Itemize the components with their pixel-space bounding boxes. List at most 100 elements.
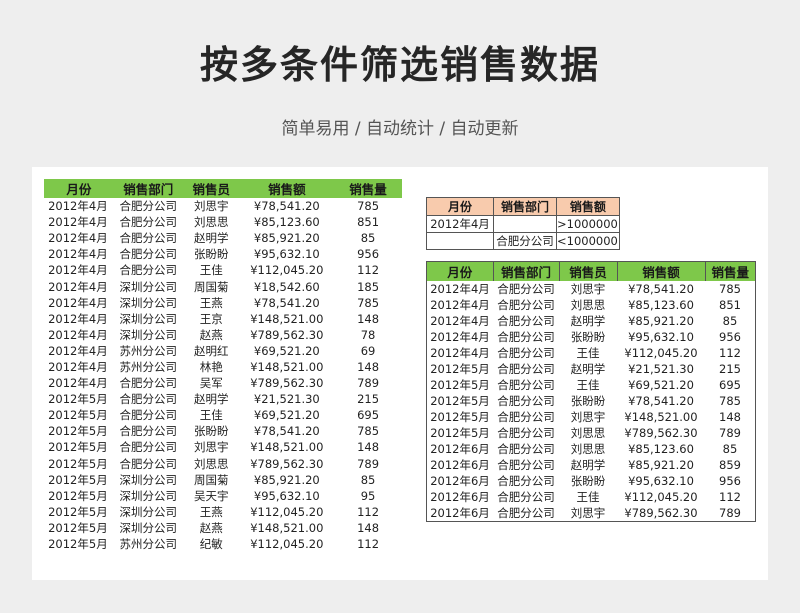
table-cell[interactable]: 789	[334, 456, 402, 472]
table-cell[interactable]: 2012年5月	[44, 439, 114, 455]
table-cell[interactable]: ¥95,632.10	[240, 488, 335, 504]
table-cell[interactable]: ¥78,541.20	[240, 295, 335, 311]
table-cell[interactable]: 赵明学	[559, 361, 617, 377]
table-cell[interactable]: 张盼盼	[183, 246, 240, 262]
table-cell[interactable]: 112	[334, 536, 402, 552]
table-cell[interactable]: ¥112,045.20	[617, 345, 705, 361]
table-cell[interactable]: 2012年4月	[427, 329, 494, 345]
table-cell[interactable]: 合肥分公司	[114, 198, 183, 214]
table-cell[interactable]: 张盼盼	[183, 423, 240, 439]
source-table-header-cell[interactable]: 销售员	[183, 179, 240, 198]
table-cell[interactable]: 2012年5月	[427, 393, 494, 409]
table-cell[interactable]: 2012年6月	[427, 505, 494, 522]
table-cell[interactable]: 2012年4月	[427, 297, 494, 313]
table-cell[interactable]: 吴军	[183, 375, 240, 391]
source-table-header-cell[interactable]: 销售量	[334, 179, 402, 198]
table-cell[interactable]: ¥148,521.00	[240, 359, 335, 375]
table-cell[interactable]: 赵燕	[183, 327, 240, 343]
table-cell[interactable]: 合肥分公司	[493, 473, 559, 489]
table-cell[interactable]: 王燕	[183, 504, 240, 520]
table-cell[interactable]: 2012年5月	[44, 456, 114, 472]
table-cell[interactable]: 吴天宇	[183, 488, 240, 504]
source-table-header-cell[interactable]: 销售额	[240, 179, 335, 198]
table-cell[interactable]: 合肥分公司	[114, 439, 183, 455]
table-cell[interactable]: ¥78,541.20	[240, 198, 335, 214]
table-cell[interactable]: ¥112,045.20	[240, 536, 335, 552]
result-table-header-cell[interactable]: 月份	[426, 261, 494, 281]
table-cell[interactable]: 112	[334, 504, 402, 520]
table-cell[interactable]: 695	[705, 377, 756, 393]
table-cell[interactable]: 2012年6月	[427, 489, 494, 505]
table-cell[interactable]: 785	[334, 295, 402, 311]
table-cell[interactable]: 2012年4月	[426, 215, 494, 233]
table-cell[interactable]: 合肥分公司	[114, 456, 183, 472]
table-cell[interactable]	[493, 215, 557, 233]
table-cell[interactable]: 赵明学	[559, 457, 617, 473]
table-cell[interactable]: 2012年6月	[427, 473, 494, 489]
table-cell[interactable]: 王佳	[183, 262, 240, 278]
table-cell[interactable]: 周国菊	[183, 278, 240, 294]
table-cell[interactable]: 789	[705, 505, 756, 522]
table-cell[interactable]: 张盼盼	[559, 329, 617, 345]
table-cell[interactable]: 王佳	[559, 377, 617, 393]
table-cell[interactable]: ¥85,123.60	[617, 441, 705, 457]
table-cell[interactable]: 851	[334, 214, 402, 230]
table-cell[interactable]: 刘思宇	[183, 439, 240, 455]
table-cell[interactable]: 956	[334, 246, 402, 262]
table-cell[interactable]: 深圳分公司	[114, 278, 183, 294]
table-cell[interactable]: ¥18,542.60	[240, 278, 335, 294]
table-cell[interactable]: 148	[705, 409, 756, 425]
table-cell[interactable]: 2012年4月	[44, 327, 114, 343]
table-cell[interactable]: ¥95,632.10	[617, 329, 705, 345]
table-cell[interactable]: 合肥分公司	[493, 297, 559, 313]
table-cell[interactable]: 148	[334, 520, 402, 536]
table-cell[interactable]: ¥95,632.10	[240, 246, 335, 262]
table-cell[interactable]: 85	[705, 313, 756, 329]
table-cell[interactable]: 2012年4月	[44, 295, 114, 311]
table-cell[interactable]: ¥95,632.10	[617, 473, 705, 489]
table-cell[interactable]: 深圳分公司	[114, 520, 183, 536]
table-cell[interactable]: 85	[705, 441, 756, 457]
table-cell[interactable]: 2012年6月	[427, 441, 494, 457]
result-table-header-cell[interactable]: 销售部门	[493, 261, 560, 281]
table-cell[interactable]: 合肥分公司	[114, 423, 183, 439]
table-cell[interactable]: <1000000	[556, 232, 620, 250]
table-cell[interactable]: 林艳	[183, 359, 240, 375]
table-cell[interactable]: 合肥分公司	[114, 262, 183, 278]
table-cell[interactable]: 2012年4月	[44, 262, 114, 278]
table-cell[interactable]: 2012年4月	[44, 246, 114, 262]
table-cell[interactable]: 2012年5月	[44, 391, 114, 407]
table-cell[interactable]: 合肥分公司	[493, 393, 559, 409]
table-cell[interactable]: 刘思思	[559, 425, 617, 441]
table-cell[interactable]: 85	[334, 230, 402, 246]
table-cell[interactable]: 2012年4月	[44, 230, 114, 246]
table-cell[interactable]: 深圳分公司	[114, 504, 183, 520]
table-cell[interactable]: 185	[334, 278, 402, 294]
table-cell[interactable]: 合肥分公司	[114, 375, 183, 391]
table-cell[interactable]: 85	[334, 472, 402, 488]
table-cell[interactable]: 王燕	[183, 295, 240, 311]
table-cell[interactable]: 78	[334, 327, 402, 343]
table-cell[interactable]: ¥148,521.00	[240, 520, 335, 536]
result-table-header-cell[interactable]: 销售额	[617, 261, 706, 281]
table-cell[interactable]: 2012年5月	[44, 520, 114, 536]
table-cell[interactable]: 789	[705, 425, 756, 441]
table-cell[interactable]: 赵明学	[183, 230, 240, 246]
table-cell[interactable]: 赵燕	[183, 520, 240, 536]
table-cell[interactable]: 合肥分公司	[493, 377, 559, 393]
table-cell[interactable]: ¥148,521.00	[617, 409, 705, 425]
table-cell[interactable]: ¥148,521.00	[240, 439, 335, 455]
table-cell[interactable]: 刘思宇	[559, 505, 617, 522]
table-cell[interactable]: ¥789,562.30	[240, 456, 335, 472]
criteria-header-cell[interactable]: 销售额	[556, 197, 620, 216]
table-cell[interactable]: 苏州分公司	[114, 359, 183, 375]
table-cell[interactable]: 张盼盼	[559, 393, 617, 409]
table-cell[interactable]: 2012年4月	[44, 278, 114, 294]
table-cell[interactable]: 2012年5月	[44, 504, 114, 520]
table-cell[interactable]: 合肥分公司	[114, 246, 183, 262]
table-cell[interactable]: 2012年4月	[44, 214, 114, 230]
table-cell[interactable]: 合肥分公司	[114, 391, 183, 407]
table-cell[interactable]: 周国菊	[183, 472, 240, 488]
source-table-header-cell[interactable]: 销售部门	[114, 179, 183, 198]
table-cell[interactable]: 789	[334, 375, 402, 391]
